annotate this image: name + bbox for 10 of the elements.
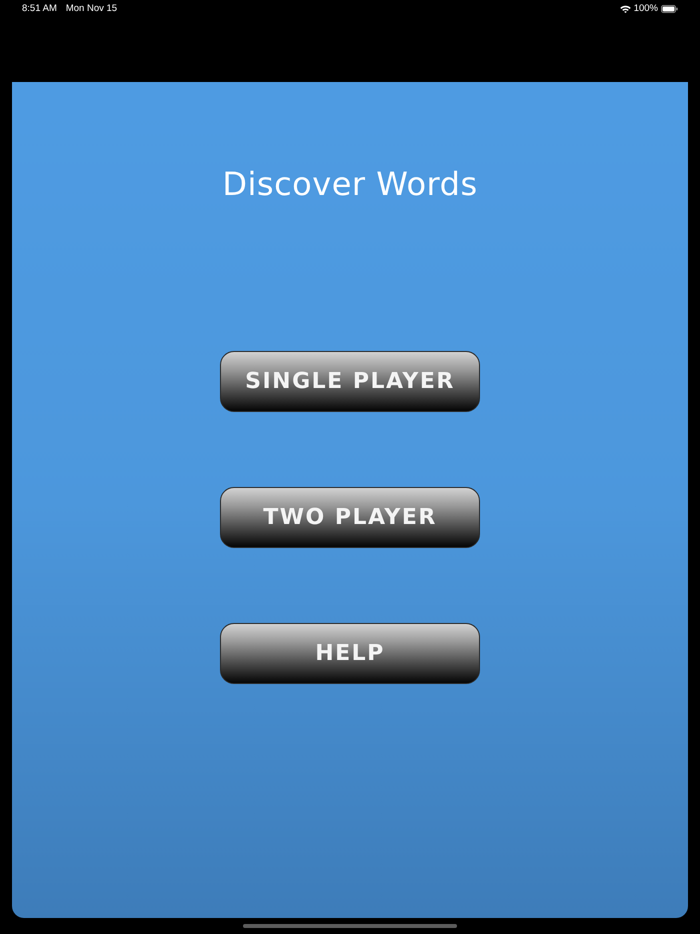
- wifi-icon: [620, 4, 631, 12]
- status-time: 8:51 AM: [22, 3, 57, 14]
- menu-button[interactable]: SINGLE PLAYER: [220, 351, 480, 412]
- status-date: Mon Nov 15: [66, 3, 118, 14]
- menu-button[interactable]: HELP: [220, 623, 480, 684]
- menu-button[interactable]: TWO PLAYER: [220, 487, 480, 548]
- battery-percent: 100%: [634, 3, 658, 14]
- home-indicator[interactable]: [243, 924, 457, 928]
- battery-icon: [661, 4, 678, 12]
- app-title: Discover Words: [222, 164, 478, 204]
